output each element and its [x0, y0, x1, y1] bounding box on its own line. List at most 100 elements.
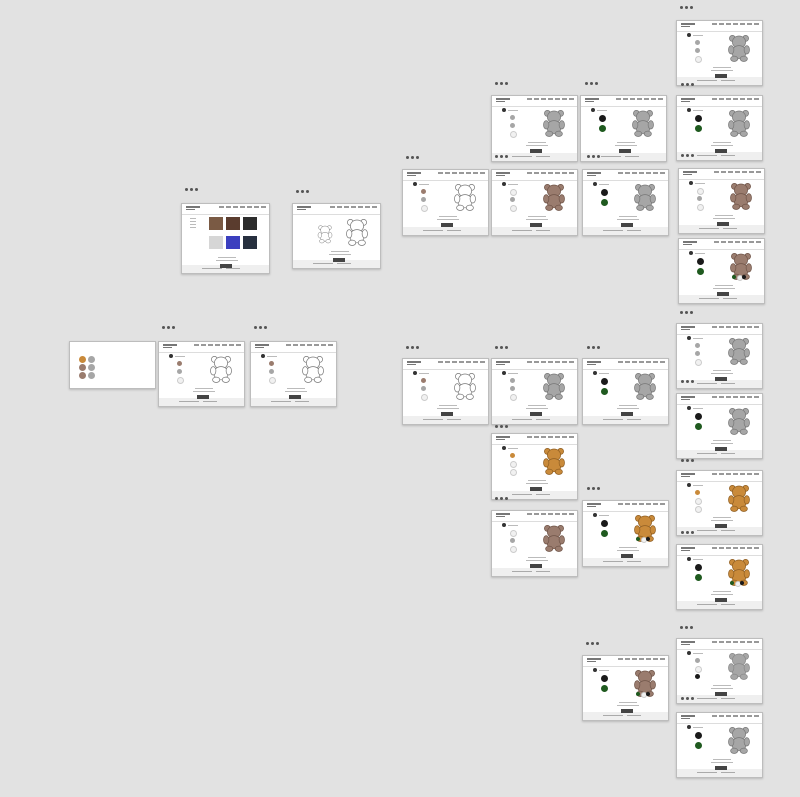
more-dots-icon[interactable]: [681, 380, 694, 384]
nav-link[interactable]: [653, 503, 658, 505]
nav-link[interactable]: [548, 98, 553, 100]
brand-logo[interactable]: [681, 547, 695, 551]
color-swatch[interactable]: [742, 275, 746, 279]
nav-link[interactable]: [733, 715, 738, 717]
nav-link[interactable]: [639, 503, 644, 505]
more-dots-icon[interactable]: [495, 497, 508, 501]
nav-link[interactable]: [201, 344, 206, 346]
nav-link[interactable]: [712, 715, 717, 717]
nav-link[interactable]: [740, 473, 745, 475]
color-swatch[interactable]: [269, 377, 276, 384]
nav-link[interactable]: [562, 513, 567, 515]
nav-link[interactable]: [555, 172, 560, 174]
color-swatch[interactable]: [695, 125, 702, 132]
color-swatch[interactable]: [695, 574, 702, 581]
color-swatch[interactable]: [601, 675, 608, 682]
more-dots-icon[interactable]: [495, 425, 508, 429]
nav-link[interactable]: [735, 241, 740, 243]
nav-link[interactable]: [726, 547, 731, 549]
nav-menu[interactable]: [712, 98, 759, 100]
add-to-cart-button[interactable]: [715, 692, 727, 696]
color-swatch[interactable]: [510, 189, 517, 196]
nav-menu[interactable]: [712, 641, 759, 643]
add-to-cart-button[interactable]: [717, 222, 729, 226]
nav-menu[interactable]: [438, 361, 485, 363]
nav-link[interactable]: [293, 344, 298, 346]
nav-link[interactable]: [632, 361, 637, 363]
nav-link[interactable]: [639, 658, 644, 660]
nav-menu[interactable]: [330, 206, 377, 208]
artboard-swatches-only[interactable]: [69, 341, 156, 389]
color-swatch[interactable]: [601, 685, 608, 692]
nav-link[interactable]: [733, 473, 738, 475]
product-thumbnail[interactable]: [209, 217, 223, 230]
color-swatch[interactable]: [697, 268, 704, 275]
nav-link[interactable]: [719, 547, 724, 549]
add-to-cart-button[interactable]: [715, 447, 727, 451]
nav-link[interactable]: [365, 206, 370, 208]
nav-link[interactable]: [742, 241, 747, 243]
product-thumbnail[interactable]: [226, 217, 240, 230]
color-swatch[interactable]: [697, 188, 704, 195]
brand-logo[interactable]: [681, 23, 695, 27]
nav-link[interactable]: [541, 98, 546, 100]
nav-link[interactable]: [740, 396, 745, 398]
nav-link[interactable]: [754, 547, 759, 549]
color-swatch[interactable]: [695, 658, 700, 663]
brand-logo[interactable]: [496, 361, 510, 365]
nav-link[interactable]: [646, 658, 651, 660]
nav-link[interactable]: [747, 473, 752, 475]
more-dots-icon[interactable]: [185, 188, 198, 192]
nav-link[interactable]: [222, 344, 227, 346]
nav-link[interactable]: [466, 172, 471, 174]
nav-link[interactable]: [445, 361, 450, 363]
brand-logo[interactable]: [681, 326, 695, 330]
color-swatch[interactable]: [695, 666, 702, 673]
nav-link[interactable]: [735, 171, 740, 173]
brand-logo[interactable]: [297, 206, 311, 210]
nav-link[interactable]: [534, 172, 539, 174]
nav-link[interactable]: [569, 513, 574, 515]
artboard-gray-light[interactable]: [676, 638, 763, 704]
nav-link[interactable]: [728, 171, 733, 173]
product-thumbnail[interactable]: [243, 217, 257, 230]
nav-menu[interactable]: [712, 396, 759, 398]
nav-link[interactable]: [632, 658, 637, 660]
nav-link[interactable]: [562, 361, 567, 363]
nav-link[interactable]: [712, 98, 717, 100]
color-swatch[interactable]: [697, 196, 702, 201]
more-dots-icon[interactable]: [587, 155, 600, 159]
add-to-cart-button[interactable]: [220, 264, 232, 268]
artboard-green[interactable]: [582, 358, 669, 425]
brand-logo[interactable]: [587, 361, 601, 365]
nav-menu[interactable]: [712, 326, 759, 328]
add-to-cart-button[interactable]: [530, 223, 542, 227]
add-to-cart-button[interactable]: [715, 524, 727, 528]
nav-link[interactable]: [473, 361, 478, 363]
color-swatch[interactable]: [695, 48, 700, 53]
nav-link[interactable]: [749, 171, 754, 173]
nav-link[interactable]: [527, 436, 532, 438]
nav-link[interactable]: [438, 172, 443, 174]
nav-link[interactable]: [555, 98, 560, 100]
color-swatch[interactable]: [510, 469, 517, 476]
nav-menu[interactable]: [527, 361, 574, 363]
nav-menu[interactable]: [438, 172, 485, 174]
brand-logo[interactable]: [496, 172, 510, 176]
brand-logo[interactable]: [587, 503, 601, 507]
color-swatch[interactable]: [88, 356, 95, 363]
nav-link[interactable]: [445, 172, 450, 174]
nav-link[interactable]: [651, 98, 656, 100]
nav-menu[interactable]: [616, 98, 663, 100]
color-swatch[interactable]: [695, 674, 700, 679]
nav-link[interactable]: [747, 98, 752, 100]
product-thumbnail[interactable]: [209, 236, 223, 249]
nav-link[interactable]: [358, 206, 363, 208]
nav-menu[interactable]: [712, 547, 759, 549]
nav-link[interactable]: [719, 715, 724, 717]
nav-link[interactable]: [756, 241, 761, 243]
artboard-brown[interactable]: [678, 168, 765, 234]
nav-link[interactable]: [712, 326, 717, 328]
more-dots-icon[interactable]: [254, 326, 267, 330]
nav-menu[interactable]: [714, 171, 761, 173]
